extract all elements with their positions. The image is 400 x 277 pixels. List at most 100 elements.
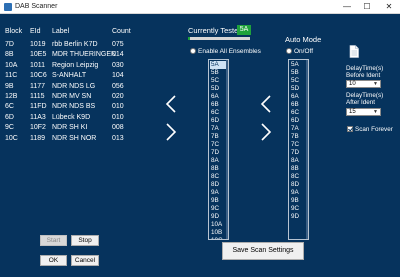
list-item[interactable]: 6B [210, 101, 227, 109]
save-scan-settings-button[interactable]: Save Scan Settings [222, 242, 304, 260]
list-item[interactable]: 8A [210, 157, 227, 165]
table-row[interactable]: 10A 1011 Region Leipzig 030 [0, 62, 160, 73]
list-item[interactable]: 8B [210, 165, 227, 173]
list-item[interactable]: 7B [290, 133, 307, 141]
delay-after-select[interactable]: 15 ▼ [346, 108, 381, 116]
row-block: 9B [5, 82, 14, 90]
row-block: 6C [5, 103, 14, 111]
delay-before-select[interactable]: 10 ▼ [346, 80, 381, 88]
window-title: DAB Scanner [15, 3, 58, 10]
delay-after-label-1: DelayTime(s) [346, 92, 384, 99]
move-right-button[interactable] [164, 122, 178, 142]
list-item[interactable]: 6B [290, 101, 307, 109]
chevron-down-icon: ▼ [373, 109, 378, 115]
list-item[interactable]: 7C [290, 141, 307, 149]
stop-button[interactable]: Stop [71, 235, 99, 246]
list-item[interactable]: 7D [210, 149, 227, 157]
scan-forever-checkbox[interactable] [347, 126, 353, 132]
row-eid: 1177 [30, 82, 46, 90]
list-item[interactable]: 9B [210, 197, 227, 205]
table-row[interactable]: 6D 11A3 Lübeck K9D 010 [0, 114, 160, 125]
file-icon[interactable] [349, 45, 359, 58]
close-button[interactable]: ✕ [384, 2, 394, 12]
list-item[interactable]: 5A [290, 61, 307, 69]
list-item[interactable]: 9D [210, 213, 227, 221]
row-count: 013 [112, 134, 124, 142]
auto-move-left-button[interactable] [259, 94, 273, 114]
chevron-left-icon [165, 95, 176, 113]
list-item[interactable]: 5C [290, 77, 307, 85]
list-item[interactable]: 5D [290, 85, 307, 93]
row-label: Region Leipzig [52, 61, 99, 69]
list-item[interactable]: 8A [290, 157, 307, 165]
chevron-left-icon [260, 95, 271, 113]
chevron-down-icon: ▼ [373, 81, 378, 87]
title-bar: DAB Scanner — ☐ ✕ [0, 0, 400, 14]
auto-mode-radio[interactable] [286, 48, 292, 54]
maximize-button[interactable]: ☐ [362, 2, 372, 12]
list-item[interactable]: 5C [210, 77, 227, 85]
row-eid: 11A3 [30, 113, 46, 121]
list-item[interactable]: 8B [290, 165, 307, 173]
list-item[interactable]: 9C [290, 205, 307, 213]
row-label: NDR SH NOR [52, 134, 97, 142]
list-item[interactable]: 7B [210, 133, 227, 141]
table-row[interactable]: 6C 11FD NDR NDS BS 010 [0, 103, 160, 114]
list-item[interactable]: 6D [290, 117, 307, 125]
list-item[interactable]: 9A [290, 189, 307, 197]
start-button[interactable]: Start [40, 235, 67, 246]
auto-move-right-button[interactable] [259, 122, 273, 142]
table-row[interactable]: 9B 1177 NDR NDS LG 056 [0, 83, 160, 94]
cancel-button[interactable]: Cancel [71, 255, 99, 266]
list-item[interactable]: 9D [290, 213, 307, 221]
row-label: NDR SH KI [52, 124, 88, 132]
list-item[interactable]: 6A [290, 93, 307, 101]
list-item[interactable]: 7A [290, 125, 307, 133]
enable-all-radio[interactable] [190, 48, 196, 54]
list-item[interactable]: 9A [210, 189, 227, 197]
table-row[interactable]: 9C 10F2 NDR SH KI 008 [0, 124, 160, 135]
table-row[interactable]: 8B 10E5 MDR THUERINGEN 014 [0, 51, 160, 62]
ensemble-list[interactable]: 5A 5B 5C 5D 6A 6B 6C 6D 7A 7B 7C 7D 8A 8B 8C 8D 9A 9B 9C 9D… [208, 59, 229, 240]
row-block: 6D [5, 113, 14, 121]
list-item[interactable]: 7D [290, 149, 307, 157]
table-row[interactable]: 7D 1019 rbb Berlin K7D 075 [0, 41, 160, 52]
list-item[interactable]: 10C [210, 237, 227, 239]
list-item[interactable]: 10A [210, 221, 227, 229]
table-row[interactable]: 10C 1189 NDR SH NOR 013 [0, 135, 160, 146]
list-item[interactable]: 6C [210, 109, 227, 117]
list-item[interactable]: 10B [210, 229, 227, 237]
table-row[interactable]: 11C 10C6 S-ANHALT 104 [0, 72, 160, 83]
auto-mode-list[interactable]: 5A 5B 5C 5D 6A 6B 6C 6D 7A 7B 7C 7D 8A 8B 8C 8D 9A 9B 9C 9D [288, 59, 309, 240]
currently-tested-badge: 5A [237, 25, 251, 35]
row-label: NDR NDS LG [52, 82, 96, 90]
list-item[interactable]: 7A [210, 125, 227, 133]
list-item[interactable]: 7C [210, 141, 227, 149]
list-item[interactable]: 9B [290, 197, 307, 205]
list-item[interactable]: 8D [210, 181, 227, 189]
list-item[interactable]: 8D [290, 181, 307, 189]
row-block: 10C [5, 134, 18, 142]
list-item[interactable]: 5D [210, 85, 227, 93]
ok-button[interactable]: OK [40, 255, 67, 266]
list-item[interactable]: 5B [290, 69, 307, 77]
move-left-button[interactable] [164, 94, 178, 114]
row-eid: 1189 [30, 134, 46, 142]
list-item[interactable]: 5A [210, 61, 227, 69]
auto-mode-list-scrollbar[interactable] [306, 60, 308, 239]
list-item[interactable]: 6A [210, 93, 227, 101]
list-item[interactable]: 9C [210, 205, 227, 213]
list-item[interactable]: 8C [290, 173, 307, 181]
row-eid: 10E5 [30, 51, 47, 59]
minimize-button[interactable]: — [342, 2, 352, 12]
list-item[interactable]: 5B [210, 69, 227, 77]
delay-before-value: 10 [349, 81, 356, 87]
chevron-right-icon [166, 123, 177, 141]
ensemble-list-scrollbar[interactable] [226, 60, 228, 239]
list-item[interactable]: 6C [290, 109, 307, 117]
auto-mode-onoff-label: On/Off [294, 48, 314, 55]
row-block: 10A [5, 61, 18, 69]
list-item[interactable]: 8C [210, 173, 227, 181]
list-item[interactable]: 6D [210, 117, 227, 125]
table-row[interactable]: 12B 1115 NDR MV SN 020 [0, 93, 160, 104]
